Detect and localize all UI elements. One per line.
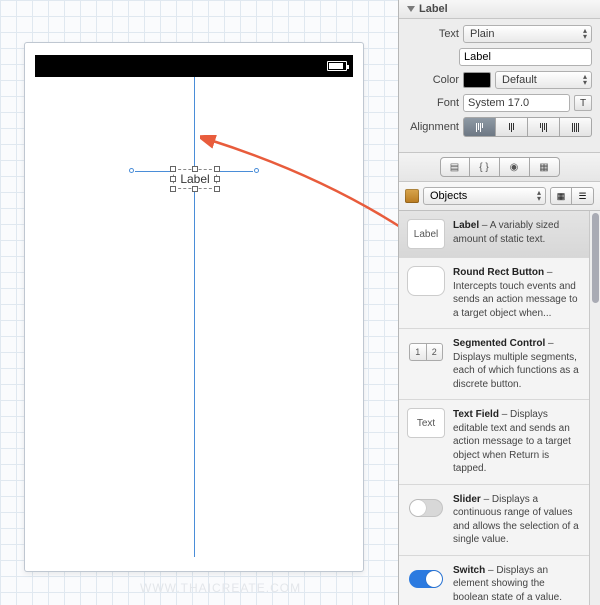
slider-preview-icon [407, 493, 445, 523]
object-library-list[interactable]: Label Label – A variably sized amount of… [399, 211, 589, 605]
switch-preview-icon [407, 564, 445, 594]
canvas-grid[interactable]: Label WWW.THAICREATE.COM [0, 0, 398, 605]
battery-icon [327, 61, 347, 71]
list-view-button[interactable]: ☰ [572, 187, 594, 205]
lib-item-switch[interactable]: Switch – Displays an element showing the… [399, 556, 589, 605]
color-swatch[interactable] [463, 72, 491, 88]
status-bar [35, 55, 353, 77]
text-value-input[interactable] [459, 48, 592, 66]
font-picker-button[interactable]: T [574, 95, 592, 111]
dragged-label[interactable]: Label [173, 169, 217, 189]
properties: Text Plain ▴▾ Color Default ▴▾ Font Syst… [399, 19, 600, 153]
align-justify-button[interactable] [560, 117, 592, 137]
scrollbar-thumb[interactable] [592, 213, 599, 303]
section-header[interactable]: Label [399, 0, 600, 19]
align-left-button[interactable] [463, 117, 496, 137]
library-header: Objects ▴▾ ▦ ☰ [399, 182, 600, 211]
library-scope-select[interactable]: Objects ▴▾ [423, 187, 546, 205]
segmented-preview-icon: 12 [407, 337, 445, 367]
watermark: WWW.THAICREATE.COM [140, 581, 301, 595]
library-scrollbar[interactable] [589, 211, 600, 605]
inspector-panel: Label Text Plain ▴▾ Color Default ▴▾ Fon… [398, 0, 600, 605]
disclosure-triangle-icon [407, 6, 415, 12]
font-display: System 17.0 [463, 94, 570, 112]
lib-item-label[interactable]: Label Label – A variably sized amount of… [399, 211, 589, 258]
alignment-segmented[interactable] [463, 117, 592, 137]
prop-label-color: Color [407, 74, 459, 86]
tab-object-icon[interactable]: ◉ [500, 157, 530, 177]
chevron-updown-icon: ▴▾ [537, 190, 541, 202]
label-preview-icon: Label [407, 219, 445, 249]
tab-file-icon[interactable]: ▤ [440, 157, 470, 177]
align-right-button[interactable] [528, 117, 560, 137]
text-mode-select[interactable]: Plain ▴▾ [463, 25, 592, 43]
tab-media-icon[interactable]: ▦ [530, 157, 560, 177]
button-preview-icon [407, 266, 445, 296]
prop-label-font: Font [407, 97, 459, 109]
color-select[interactable]: Default ▴▾ [495, 71, 592, 89]
tab-code-icon[interactable]: { } [470, 157, 500, 177]
align-center-button[interactable] [496, 117, 528, 137]
device-frame: Label [24, 42, 364, 572]
prop-label-text: Text [407, 28, 459, 40]
lib-item-round-rect-button[interactable]: Round Rect Button – Intercepts touch eve… [399, 258, 589, 329]
lib-item-slider[interactable]: Slider – Displays a continuous range of … [399, 485, 589, 556]
prop-label-alignment: Alignment [407, 121, 459, 133]
dragged-label-text: Label [180, 172, 209, 186]
chevron-updown-icon: ▴▾ [583, 28, 587, 40]
textfield-preview-icon: Text [407, 408, 445, 438]
lib-item-text-field[interactable]: Text Text Field – Displays editable text… [399, 400, 589, 485]
grid-view-button[interactable]: ▦ [550, 187, 572, 205]
inspector-tabrow: ▤ { } ◉ ▦ [399, 153, 600, 182]
objects-cube-icon [405, 189, 419, 203]
chevron-updown-icon: ▴▾ [583, 74, 587, 86]
lib-item-segmented-control[interactable]: 12 Segmented Control – Displays multiple… [399, 329, 589, 400]
section-title: Label [419, 3, 448, 15]
vertical-guide [194, 77, 195, 557]
